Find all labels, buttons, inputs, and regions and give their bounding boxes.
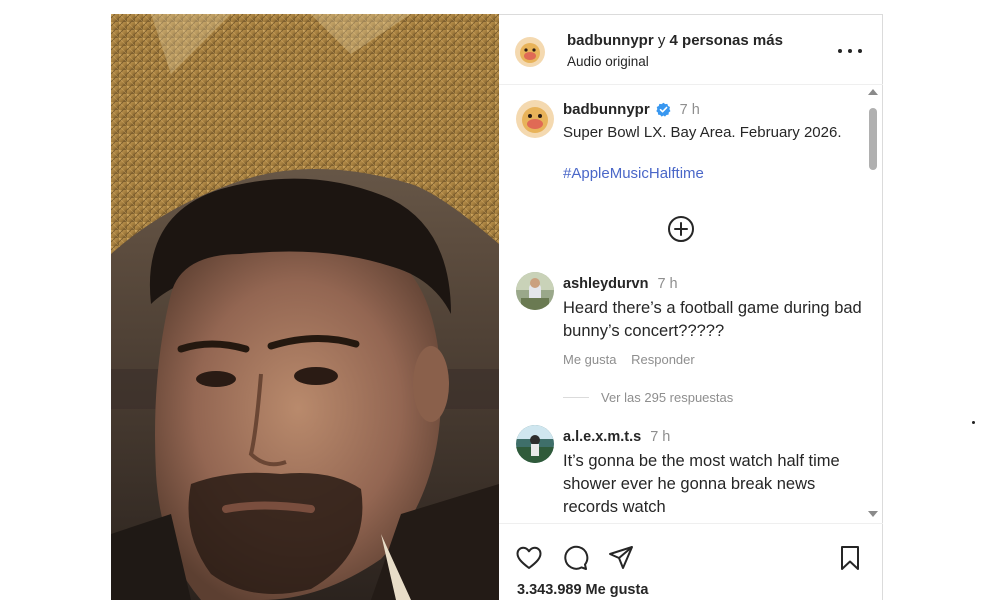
comment-reply-button[interactable]: Responder (631, 352, 695, 367)
verified-badge-icon (655, 102, 671, 117)
caption-time: 7 h (679, 101, 700, 118)
comment-bubble-icon[interactable] (561, 544, 589, 572)
plus-circle-icon[interactable] (667, 215, 695, 243)
scroll-up-arrow-icon[interactable] (868, 89, 878, 95)
header-username[interactable]: badbunnypr (567, 32, 654, 49)
header-title: badbunnypr y 4 personas más (567, 32, 783, 49)
stray-dot (972, 421, 975, 424)
caption-text: Super Bowl LX. Bay Area. February 2026. (563, 124, 842, 141)
comments-section[interactable]: badbunnypr 7 h Super Bowl LX. Bay Area. … (499, 86, 883, 522)
comment-meta: a.l.e.x.m.t.s 7 h (563, 429, 670, 445)
comment-avatar[interactable] (516, 425, 554, 463)
comment-actions: Me gusta Responder (563, 352, 706, 367)
comment-text: It’s gonna be the most watch half time s… (563, 452, 840, 516)
comment-time: 7 h (657, 276, 678, 292)
post-actions-bar: 3.343.989 Me gusta (499, 523, 883, 600)
caption-avatar[interactable] (516, 100, 554, 138)
header-conjunction: y (657, 32, 666, 49)
comment-meta: ashleydurvn 7 h (563, 276, 678, 292)
comment-like-button[interactable]: Me gusta (563, 352, 616, 367)
like-count[interactable]: 3.343.989 Me gusta (517, 582, 648, 598)
comments-scrollbar[interactable] (865, 86, 881, 522)
replies-divider (563, 397, 589, 398)
more-options-button[interactable] (838, 41, 862, 61)
post-media-image (111, 14, 499, 600)
send-plane-icon[interactable] (607, 544, 635, 572)
scrollbar-thumb[interactable] (869, 108, 877, 170)
comment-username[interactable]: ashleydurvn (563, 276, 648, 292)
view-replies-label: Ver las 295 respuestas (601, 390, 734, 405)
audio-label[interactable]: Audio original (567, 54, 649, 69)
header-more-people[interactable]: 4 personas más (670, 32, 783, 49)
post-header: badbunnypr y 4 personas más Audio origin… (499, 15, 883, 85)
header-avatar[interactable] (515, 37, 545, 67)
view-replies-button[interactable]: Ver las 295 respuestas (563, 390, 733, 405)
comment-text: Heard there’s a football game during bad… (563, 299, 862, 340)
caption-username[interactable]: badbunnypr (563, 101, 650, 118)
caption-meta: badbunnypr 7 h (563, 101, 700, 118)
comment-avatar[interactable] (516, 272, 554, 310)
scroll-down-arrow-icon[interactable] (868, 511, 878, 517)
post-media[interactable] (111, 14, 499, 600)
more-horizontal-icon (848, 49, 852, 53)
more-horizontal-icon (858, 49, 862, 53)
comment-username[interactable]: a.l.e.x.m.t.s (563, 429, 641, 445)
comment-time: 7 h (650, 429, 671, 445)
heart-icon[interactable] (515, 544, 543, 572)
bookmark-icon[interactable] (836, 544, 864, 572)
instagram-post-view: badbunnypr y 4 personas más Audio origin… (0, 0, 1000, 600)
post-side-panel: badbunnypr y 4 personas más Audio origin… (499, 14, 883, 600)
caption-hashtag[interactable]: #AppleMusicHalftime (563, 165, 704, 182)
more-horizontal-icon (838, 49, 842, 53)
